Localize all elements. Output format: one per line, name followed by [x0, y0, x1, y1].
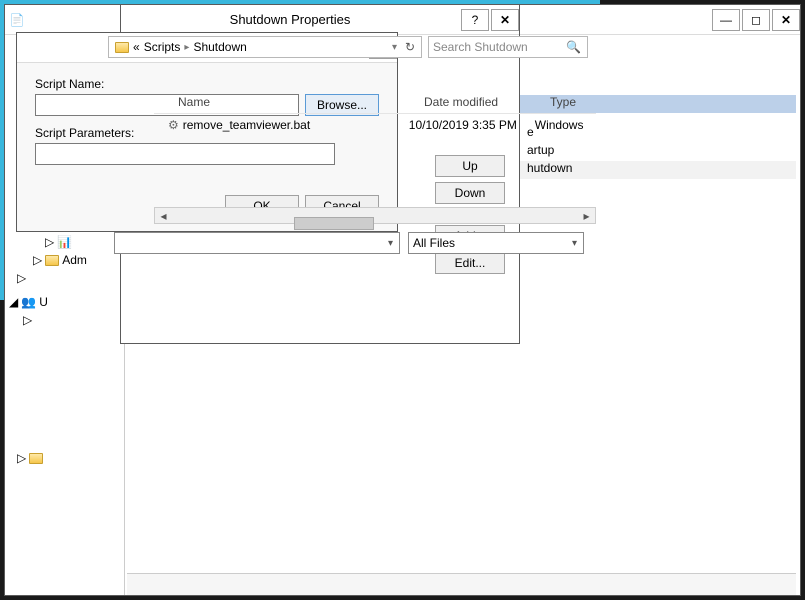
status-bar	[127, 573, 796, 595]
search-input[interactable]: Search Shutdown 🔍	[428, 36, 588, 58]
close-button[interactable]: ✕	[772, 9, 800, 31]
batch-file-icon: ⚙	[168, 118, 179, 132]
path-prefix: «	[133, 40, 140, 54]
tree-node[interactable]: ▷	[5, 269, 124, 287]
scroll-left-icon[interactable]: ◂	[155, 209, 172, 223]
filetype-select[interactable]: All Files	[408, 232, 584, 254]
horizontal-scrollbar[interactable]: ◂ ▸	[154, 207, 596, 224]
filename-input[interactable]	[114, 232, 400, 254]
column-date[interactable]: Date modified	[416, 92, 542, 113]
column-name[interactable]: Name	[170, 92, 416, 113]
window-title: Shutdown Properties	[121, 12, 459, 27]
file-list: Name Date modified Type ⚙ remove_teamvie…	[154, 92, 596, 224]
tree-node[interactable]: ▷📊	[5, 233, 124, 251]
search-placeholder: Search Shutdown	[433, 40, 528, 54]
scroll-right-icon[interactable]: ▸	[578, 209, 595, 223]
help-button[interactable]: ?	[461, 9, 489, 31]
file-type: Windows	[535, 118, 584, 132]
column-type[interactable]: Type	[542, 92, 584, 113]
tree-node[interactable]: ▷	[5, 449, 124, 467]
script-name-label: Script Name:	[35, 77, 379, 91]
scroll-thumb[interactable]	[294, 217, 374, 230]
file-name: remove_teamviewer.bat	[179, 118, 409, 132]
titlebar: Shutdown Properties ? ✕	[121, 5, 519, 35]
refresh-icon[interactable]: ↻	[405, 40, 415, 54]
chevron-down-icon[interactable]: ▾	[392, 42, 397, 53]
path-segment[interactable]: Scripts	[144, 40, 181, 54]
folder-icon	[115, 42, 129, 53]
chevron-right-icon: ▸	[184, 42, 189, 53]
path-bar[interactable]: « Scripts ▸ Shutdown ▾ ↻	[108, 36, 422, 58]
file-row[interactable]: ⚙ remove_teamviewer.bat 10/10/2019 3:35 …	[154, 114, 596, 136]
close-button[interactable]: ✕	[491, 9, 519, 31]
tree-node[interactable]: ▷	[5, 311, 124, 329]
file-date: 10/10/2019 3:35 PM	[409, 118, 535, 132]
maximize-button[interactable]: ◻	[742, 9, 770, 31]
app-icon: 📄	[5, 12, 21, 28]
search-icon: 🔍	[566, 40, 581, 54]
minimize-button[interactable]: —	[712, 9, 740, 31]
tree-node[interactable]: ▷Adm	[5, 251, 124, 269]
path-segment[interactable]: Shutdown	[193, 40, 246, 54]
edit-button[interactable]: Edit...	[435, 252, 505, 274]
tree-node[interactable]: ◢👥U	[5, 293, 124, 311]
